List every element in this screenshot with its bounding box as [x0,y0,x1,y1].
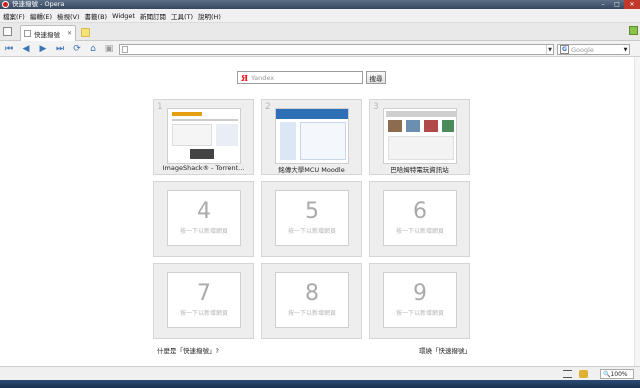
dial-hint: 按一下以新增網頁 [179,310,228,317]
speed-dial-2[interactable]: 2 銘傳大學MCU Moodle [261,99,362,175]
dial-placeholder: 7 按一下以新增網頁 [167,272,241,328]
dial-hint: 按一下以新增網頁 [287,310,336,317]
what-is-speed-dial-link[interactable]: 什麼是「快速撥號」? [157,345,219,355]
rewind-icon[interactable]: ⏮ [3,44,15,54]
speed-dial-9[interactable]: 9 按一下以新增網頁 [369,263,470,339]
menu-file[interactable]: 檔案(F) [3,11,25,21]
address-dropdown-icon[interactable]: ▼ [546,45,553,54]
menu-bar: 檔案(F) 編輯(E) 檢視(V) 書籤(B) Widget 新聞訂閱 工具(T… [0,9,640,23]
back-icon[interactable]: ◀ [20,44,32,54]
dial-placeholder: 5 按一下以新增網頁 [275,190,349,246]
dial-placeholder: 9 按一下以新增網頁 [383,272,457,328]
yandex-search-button[interactable]: 搜尋 [366,71,386,84]
tab-speed-dial[interactable]: 快速撥號 ✕ [20,25,76,41]
menu-view[interactable]: 檢視(V) [57,11,80,21]
search-field[interactable]: G Google ▼ [557,44,630,55]
page-favicon-icon [24,30,31,37]
google-icon[interactable]: G [560,45,569,54]
menu-bookmarks[interactable]: 書籤(B) [85,11,108,21]
dial-number: 1 [157,102,163,112]
tab-label: 快速撥號 [34,30,60,39]
dial-number: 3 [373,102,379,112]
dial-caption: 銘傳大學MCU Moodle [278,166,345,174]
speed-dial-5[interactable]: 5 按一下以新增網頁 [261,181,362,257]
vertical-scrollbar[interactable] [634,57,640,366]
dial-placeholder: 4 按一下以新增網頁 [167,190,241,246]
tab-close-icon[interactable]: ✕ [67,30,72,37]
window-list-icon[interactable] [3,27,12,36]
fast-forward-icon[interactable]: ⏭ [54,44,66,54]
maximize-button[interactable]: □ [610,0,624,9]
dial-number: 4 [197,199,211,224]
menu-tools[interactable]: 工具(T) [171,11,193,21]
menu-widget[interactable]: Widget [112,12,135,20]
speed-dial-4[interactable]: 4 按一下以新增網頁 [153,181,254,257]
search-dropdown-icon[interactable]: ▼ [622,45,629,54]
zoom-control[interactable]: 🔍 100% [600,369,634,379]
close-button[interactable]: ✕ [624,0,640,9]
dial-number: 8 [305,281,319,306]
speed-dial-1[interactable]: 1 ImageShack® - Torrent... [153,99,254,175]
dial-thumbnail [275,108,349,164]
speed-dial-config-link[interactable]: 環繞「快速撥號」 [419,345,471,355]
yandex-search-input[interactable]: Я Yandex [237,71,363,84]
dial-number: 2 [265,102,271,112]
dial-thumbnail [383,108,457,164]
window-controls: – □ ✕ [596,0,640,9]
menu-feeds[interactable]: 新聞訂閱 [140,11,166,21]
page-icon [122,46,128,53]
dial-placeholder: 8 按一下以新增網頁 [275,272,349,328]
speed-dial-6[interactable]: 6 按一下以新增網頁 [369,181,470,257]
menu-help[interactable]: 說明(H) [198,11,221,21]
dial-number: 7 [197,281,211,306]
address-field[interactable]: ▼ [119,44,554,55]
opera-logo-icon [2,1,9,8]
navigation-bar: ⏮ ◀ ▶ ⏭ ⟳ ⌂ ▣ ▼ G Google ▼ [0,41,640,57]
speed-dial-8[interactable]: 8 按一下以新增網頁 [261,263,362,339]
speed-dial-7[interactable]: 7 按一下以新增網頁 [153,263,254,339]
home-icon[interactable]: ⌂ [87,44,99,54]
dial-hint: 按一下以新增網頁 [395,228,444,235]
speed-dial-3[interactable]: 3 巴哈姆特電玩資訊站 [369,99,470,175]
widget-panel-icon[interactable] [629,26,638,35]
turbo-icon[interactable] [579,370,588,378]
status-bar: 🔍 100% [0,366,640,380]
new-tab-button[interactable] [81,28,90,37]
search-placeholder: Google [571,45,594,54]
dial-hint: 按一下以新增網頁 [395,310,444,317]
os-taskbar [0,380,640,388]
menu-edit[interactable]: 編輯(E) [30,11,52,21]
minimize-button[interactable]: – [596,0,610,9]
dial-hint: 按一下以新增網頁 [179,228,228,235]
dial-placeholder: 6 按一下以新增網頁 [383,190,457,246]
dial-number: 9 [413,281,427,306]
yandex-placeholder: Yandex [251,73,275,82]
title-bar: 快速撥號 - Opera – □ ✕ [0,0,640,9]
speed-dial-page: Я Yandex 搜尋 1 ImageShack® - Torrent... 2… [0,57,640,366]
forward-icon[interactable]: ▶ [37,44,49,54]
dial-caption: 巴哈姆特電玩資訊站 [390,166,449,174]
window-title: 快速撥號 - Opera [12,0,65,8]
dial-number: 5 [305,199,319,224]
dial-number: 6 [413,199,427,224]
reload-icon[interactable]: ⟳ [71,44,83,54]
dial-caption: ImageShack® - Torrent... [162,164,245,172]
dial-thumbnail [167,108,241,164]
save-icon[interactable]: ▣ [103,44,115,54]
yandex-logo-icon: Я [241,72,249,83]
zoom-level: 100% [610,370,628,378]
tab-bar: 快速撥號 ✕ [0,23,640,41]
dial-hint: 按一下以新增網頁 [287,228,336,235]
panel-toggle-icon[interactable] [563,370,572,378]
zoom-magnifier-icon: 🔍 [603,370,611,378]
